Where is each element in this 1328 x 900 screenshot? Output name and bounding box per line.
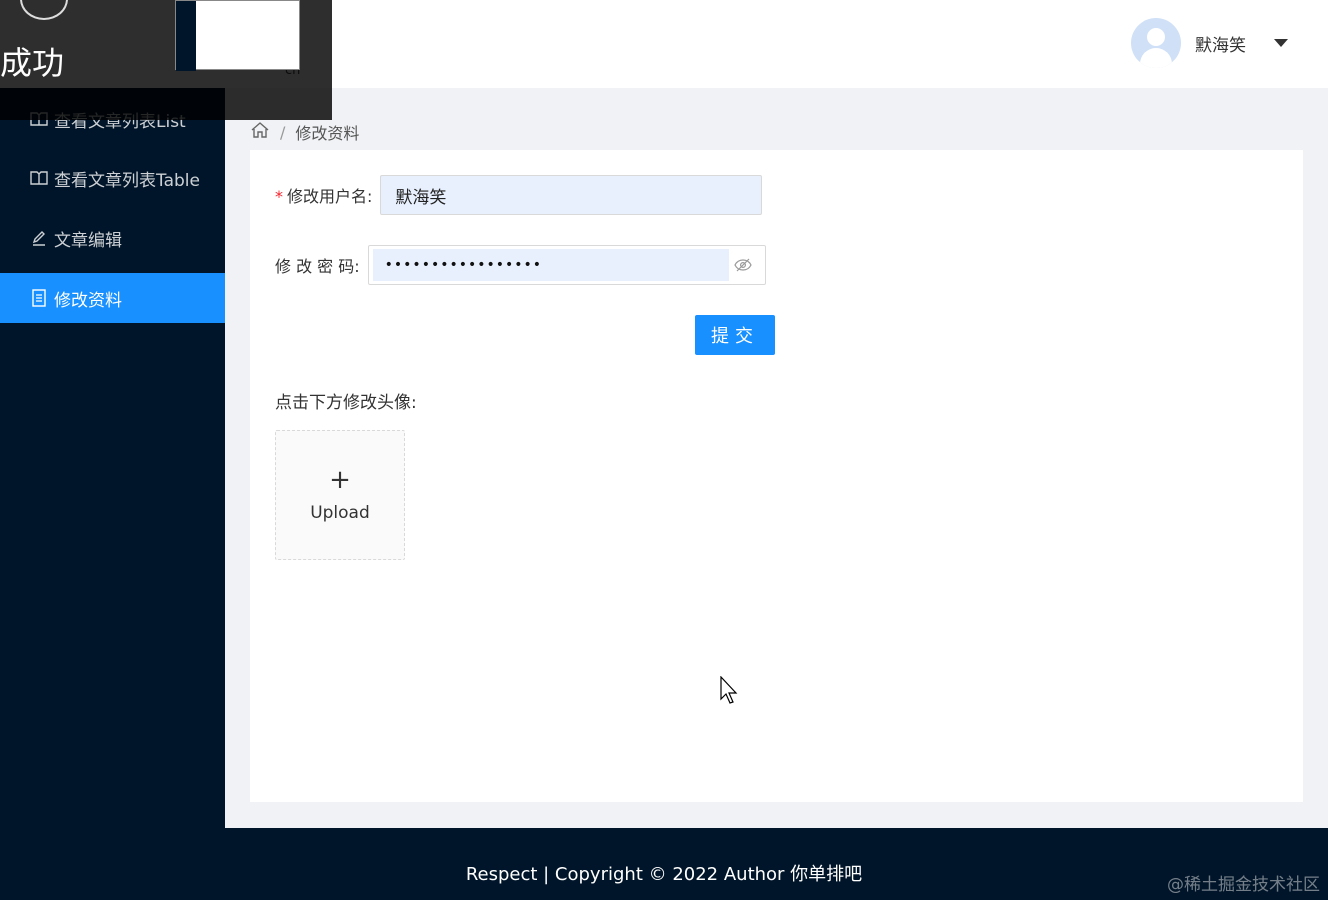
- upload-label: 点击下方修改头像:: [275, 393, 417, 413]
- profile-form-card: * 修改用户名: 默海笑 修 改 密 码: ••••••••••••••••• 提…: [250, 150, 1303, 802]
- profile-icon: [30, 289, 48, 307]
- sidebar-item-profile[interactable]: 修改资料: [0, 273, 225, 323]
- password-input[interactable]: •••••••••••••••••: [372, 249, 729, 281]
- success-toast: 成功: [0, 0, 332, 120]
- sidebar-item-article-edit[interactable]: 文章编辑: [0, 213, 225, 263]
- watermark: @稀土掘金技术社区: [1167, 875, 1320, 895]
- sidebar-item-label: 修改资料: [54, 290, 122, 311]
- password-field[interactable]: •••••••••••••••••: [367, 245, 766, 285]
- username-input[interactable]: 默海笑: [380, 175, 763, 215]
- toast-message: 成功: [0, 44, 65, 82]
- username-row: * 修改用户名: 默海笑: [275, 175, 763, 215]
- breadcrumb-current: 修改资料: [295, 124, 360, 143]
- avatar-upload[interactable]: + Upload: [275, 430, 405, 560]
- book-icon: [30, 169, 48, 187]
- edit-icon: [30, 229, 48, 247]
- eye-invisible-icon[interactable]: [729, 251, 757, 279]
- breadcrumb-separator: /: [280, 122, 286, 142]
- submit-button[interactable]: 提交: [695, 315, 775, 355]
- password-row: 修 改 密 码: •••••••••••••••••: [275, 245, 766, 285]
- user-menu[interactable]: 默海笑: [1131, 18, 1288, 68]
- username-label: * 修改用户名:: [275, 187, 373, 206]
- avatar[interactable]: [1131, 18, 1181, 68]
- password-label: 修 改 密 码:: [275, 257, 360, 276]
- upload-text: Upload: [310, 503, 370, 523]
- home-icon[interactable]: [250, 121, 270, 143]
- toast-thumbnail: [175, 0, 300, 71]
- plus-icon: +: [329, 465, 351, 495]
- sidebar-item-label: 文章编辑: [54, 230, 122, 251]
- sidebar-item-article-table[interactable]: 查看文章列表Table: [0, 153, 225, 203]
- username[interactable]: 默海笑: [1195, 31, 1246, 56]
- caret-down-icon[interactable]: [1274, 39, 1288, 47]
- mouse-cursor-icon: [720, 675, 740, 708]
- breadcrumb: / 修改资料: [250, 120, 359, 144]
- toast-icon: [20, 0, 68, 20]
- sidebar: 查看文章列表List 查看文章列表Table 文章编辑 修改资料: [0, 88, 225, 828]
- sidebar-item-label: 查看文章列表Table: [54, 170, 200, 191]
- footer: Respect | Copyright © 2022 Author 你单排吧 @…: [0, 828, 1328, 900]
- footer-copyright: Respect | Copyright © 2022 Author 你单排吧: [465, 864, 863, 885]
